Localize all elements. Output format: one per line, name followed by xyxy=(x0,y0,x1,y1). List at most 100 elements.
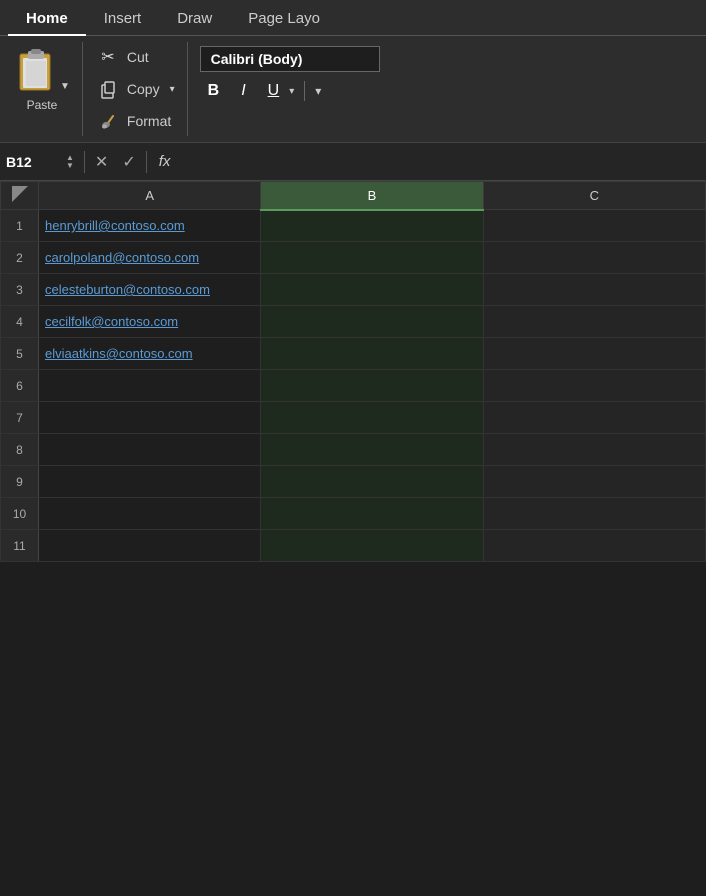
cell-b-8[interactable] xyxy=(261,434,483,466)
row-number: 2 xyxy=(1,242,39,274)
cell-reference: B12 xyxy=(6,154,56,170)
row-number: 7 xyxy=(1,402,39,434)
paste-group[interactable]: ▼ Paste xyxy=(8,42,83,136)
table-row: 3celesteburton@contoso.com xyxy=(1,274,706,306)
cell-a-10 xyxy=(39,498,261,530)
bold-button[interactable]: B xyxy=(200,80,228,102)
underline-chevron-icon: ▾ xyxy=(289,86,294,97)
cell-b-4[interactable] xyxy=(261,306,483,338)
font-style-row: B I U ▾ ▾ xyxy=(200,80,380,102)
more-font-options: ▾ xyxy=(315,84,321,98)
cell-a-6 xyxy=(39,370,261,402)
cell-c-6[interactable] xyxy=(483,370,705,402)
format-button[interactable]: Format xyxy=(97,108,175,134)
formula-divider xyxy=(84,151,85,173)
cell-a-9 xyxy=(39,466,261,498)
table-row: 9 xyxy=(1,466,706,498)
cell-a-7 xyxy=(39,402,261,434)
cell-a-1[interactable]: henrybrill@contoso.com xyxy=(39,210,261,242)
cell-b-9[interactable] xyxy=(261,466,483,498)
cell-b-11[interactable] xyxy=(261,530,483,562)
italic-button[interactable]: I xyxy=(233,80,253,102)
table-row: 11 xyxy=(1,530,706,562)
paste-label: Paste xyxy=(27,98,58,112)
formula-fx-label: fx xyxy=(153,153,177,170)
cell-c-5[interactable] xyxy=(483,338,705,370)
tab-pagelayout[interactable]: Page Layo xyxy=(230,0,338,35)
cell-b-7[interactable] xyxy=(261,402,483,434)
row-number: 9 xyxy=(1,466,39,498)
cut-label: Cut xyxy=(127,49,149,65)
column-header-row: A B C xyxy=(1,182,706,210)
cell-b-5[interactable] xyxy=(261,338,483,370)
cell-ref-down-arrow[interactable]: ▼ xyxy=(66,162,74,170)
formula-confirm-button[interactable]: ✓ xyxy=(118,152,139,172)
cell-c-1[interactable] xyxy=(483,210,705,242)
paste-chevron-icon: ▼ xyxy=(60,81,70,92)
table-row: 5elviaatkins@contoso.com xyxy=(1,338,706,370)
table-row: 7 xyxy=(1,402,706,434)
table-row: 2carolpoland@contoso.com xyxy=(1,242,706,274)
tab-home[interactable]: Home xyxy=(8,0,86,35)
ribbon-tab-bar: Home Insert Draw Page Layo xyxy=(0,0,706,36)
table-row: 8 xyxy=(1,434,706,466)
sheet-table: A B C 1henrybrill@contoso.com2carolpolan… xyxy=(0,181,706,562)
row-number: 5 xyxy=(1,338,39,370)
cell-c-7[interactable] xyxy=(483,402,705,434)
cell-c-8[interactable] xyxy=(483,434,705,466)
table-row: 6 xyxy=(1,370,706,402)
table-row: 1henrybrill@contoso.com xyxy=(1,210,706,242)
copy-button[interactable]: Copy ▾ xyxy=(97,76,175,102)
cell-b-6[interactable] xyxy=(261,370,483,402)
copy-chevron-icon: ▾ xyxy=(170,84,175,95)
sheet-body: 1henrybrill@contoso.com2carolpoland@cont… xyxy=(1,210,706,562)
formula-input[interactable] xyxy=(182,154,700,170)
col-header-b[interactable]: B xyxy=(261,182,483,210)
cell-c-9[interactable] xyxy=(483,466,705,498)
cell-a-11 xyxy=(39,530,261,562)
formula-cancel-button[interactable]: ✕ xyxy=(91,152,112,172)
paste-icon-wrap: ▼ xyxy=(14,46,70,96)
cut-icon: ✂ xyxy=(97,46,119,68)
copy-icon xyxy=(97,78,119,100)
font-group: Calibri (Body) B I U ▾ ▾ xyxy=(188,42,392,136)
cell-b-3[interactable] xyxy=(261,274,483,306)
copy-label: Copy xyxy=(127,81,160,97)
tab-draw[interactable]: Draw xyxy=(159,0,230,35)
col-header-a[interactable]: A xyxy=(39,182,261,210)
table-row: 10 xyxy=(1,498,706,530)
font-name-box[interactable]: Calibri (Body) xyxy=(200,46,380,72)
table-row: 4cecilfolk@contoso.com xyxy=(1,306,706,338)
cell-ref-arrows[interactable]: ▲ ▼ xyxy=(66,154,74,170)
cell-a-4[interactable]: cecilfolk@contoso.com xyxy=(39,306,261,338)
row-number: 8 xyxy=(1,434,39,466)
cut-button[interactable]: ✂ Cut xyxy=(97,44,175,70)
cell-c-2[interactable] xyxy=(483,242,705,274)
row-number: 6 xyxy=(1,370,39,402)
font-divider xyxy=(304,81,305,101)
row-number: 4 xyxy=(1,306,39,338)
cell-b-10[interactable] xyxy=(261,498,483,530)
cell-c-10[interactable] xyxy=(483,498,705,530)
formula-bar: B12 ▲ ▼ ✕ ✓ fx xyxy=(0,143,706,181)
spreadsheet: A B C 1henrybrill@contoso.com2carolpolan… xyxy=(0,181,706,562)
clipboard-group: ✂ Cut Copy ▾ xyxy=(83,42,188,136)
cell-b-1[interactable] xyxy=(261,210,483,242)
cell-c-11[interactable] xyxy=(483,530,705,562)
cell-b-2[interactable] xyxy=(261,242,483,274)
cell-c-4[interactable] xyxy=(483,306,705,338)
col-header-c[interactable]: C xyxy=(483,182,705,210)
row-number: 11 xyxy=(1,530,39,562)
row-number: 1 xyxy=(1,210,39,242)
formula-divider-2 xyxy=(146,151,147,173)
format-label: Format xyxy=(127,113,171,129)
ribbon-content: ▼ Paste ✂ Cut Copy ▾ xyxy=(0,36,706,142)
cell-a-5[interactable]: elviaatkins@contoso.com xyxy=(39,338,261,370)
cell-a-3[interactable]: celesteburton@contoso.com xyxy=(39,274,261,306)
cell-c-3[interactable] xyxy=(483,274,705,306)
row-number: 3 xyxy=(1,274,39,306)
underline-button[interactable]: U xyxy=(260,80,288,102)
cell-a-2[interactable]: carolpoland@contoso.com xyxy=(39,242,261,274)
format-paintbrush-icon xyxy=(97,110,119,132)
tab-insert[interactable]: Insert xyxy=(86,0,160,35)
